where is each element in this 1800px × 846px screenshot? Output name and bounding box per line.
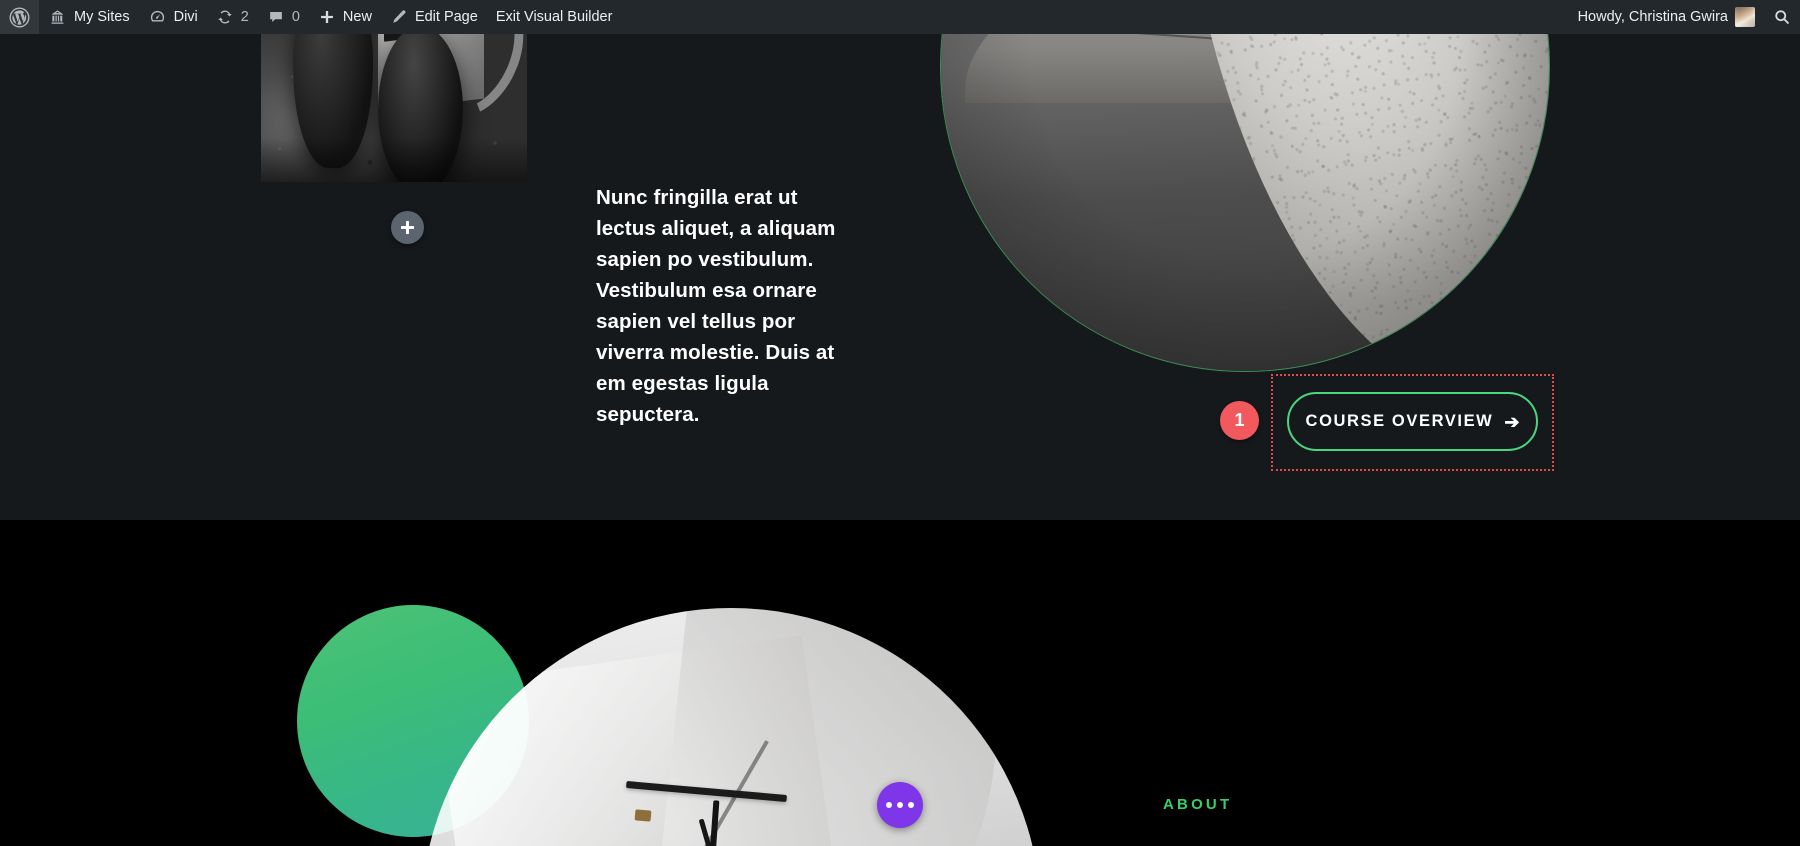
- admin-bar-left-group: My Sites Divi 2 0 New Edit Page Exit Vis…: [0, 0, 621, 34]
- plus-icon: [401, 221, 414, 234]
- admin-bar-search-button[interactable]: [1764, 0, 1800, 34]
- admin-bar-updates[interactable]: 2: [207, 0, 258, 34]
- admin-bar-my-sites-label: My Sites: [74, 9, 130, 25]
- ellipsis-icon-dot-2: [897, 802, 903, 808]
- about-eyebrow-text: ABOUT: [1163, 796, 1233, 813]
- admin-bar-comments-count: 0: [291, 9, 300, 25]
- updates-icon: [216, 8, 234, 26]
- admin-bar-new-label: New: [342, 9, 372, 25]
- page-section-hero: Nunc fringilla erat ut lectus aliquet, a…: [0, 34, 1800, 520]
- module-number-badge[interactable]: 1: [1220, 401, 1259, 440]
- divi-dashboard-icon: [148, 8, 167, 27]
- admin-bar-right-group: Howdy, Christina Gwira: [1569, 0, 1800, 34]
- hero-circle-image[interactable]: [940, 34, 1550, 372]
- avatar: [1735, 7, 1755, 27]
- ellipsis-icon-dot-1: [886, 802, 892, 808]
- admin-bar-comments[interactable]: 0: [258, 0, 309, 34]
- admin-bar-wp-logo[interactable]: [0, 0, 39, 34]
- add-module-button[interactable]: [391, 211, 424, 244]
- pencil-icon: [390, 8, 408, 26]
- headphones-image[interactable]: [261, 34, 527, 182]
- desk-circle-image-fold-b: [647, 608, 1014, 846]
- admin-bar-my-account[interactable]: Howdy, Christina Gwira: [1569, 0, 1764, 34]
- wordpress-admin-bar: My Sites Divi 2 0 New Edit Page Exit Vis…: [0, 0, 1800, 34]
- admin-bar-greeting: Howdy, Christina Gwira: [1577, 9, 1728, 25]
- admin-bar-updates-count: 2: [240, 9, 249, 25]
- search-icon: [1773, 8, 1791, 26]
- admin-bar-edit-page[interactable]: Edit Page: [381, 0, 487, 34]
- comment-bubble-icon: [267, 8, 285, 26]
- admin-bar-exit-visual-builder-label: Exit Visual Builder: [495, 9, 613, 25]
- plus-icon: [318, 8, 336, 26]
- admin-bar-divi-label: Divi: [173, 9, 198, 25]
- green-gradient-circle: [297, 605, 529, 837]
- my-sites-icon: [48, 8, 67, 27]
- admin-bar-edit-page-label: Edit Page: [414, 9, 478, 25]
- arrow-right-icon: ➔: [1504, 411, 1520, 432]
- wordpress-logo-icon: [9, 7, 30, 28]
- hero-circle-image-vignette: [941, 34, 1549, 371]
- admin-bar-exit-visual-builder[interactable]: Exit Visual Builder: [487, 0, 622, 34]
- ellipsis-icon-dot-3: [908, 802, 914, 808]
- admin-bar-my-sites[interactable]: My Sites: [39, 0, 139, 34]
- course-overview-button[interactable]: COURSE OVERVIEW ➔: [1287, 392, 1538, 451]
- hero-body-text: Nunc fringilla erat ut lectus aliquet, a…: [596, 186, 836, 426]
- headphones-image-shadow: [261, 137, 527, 182]
- admin-bar-divi[interactable]: Divi: [139, 0, 207, 34]
- course-overview-button-label: COURSE OVERVIEW: [1305, 412, 1494, 430]
- module-options-button[interactable]: [877, 782, 923, 828]
- desk-circle-image-lamp-joint: [634, 808, 652, 822]
- browser-viewport: My Sites Divi 2 0 New Edit Page Exit Vis…: [0, 0, 1800, 846]
- admin-bar-new-content[interactable]: New: [309, 0, 381, 34]
